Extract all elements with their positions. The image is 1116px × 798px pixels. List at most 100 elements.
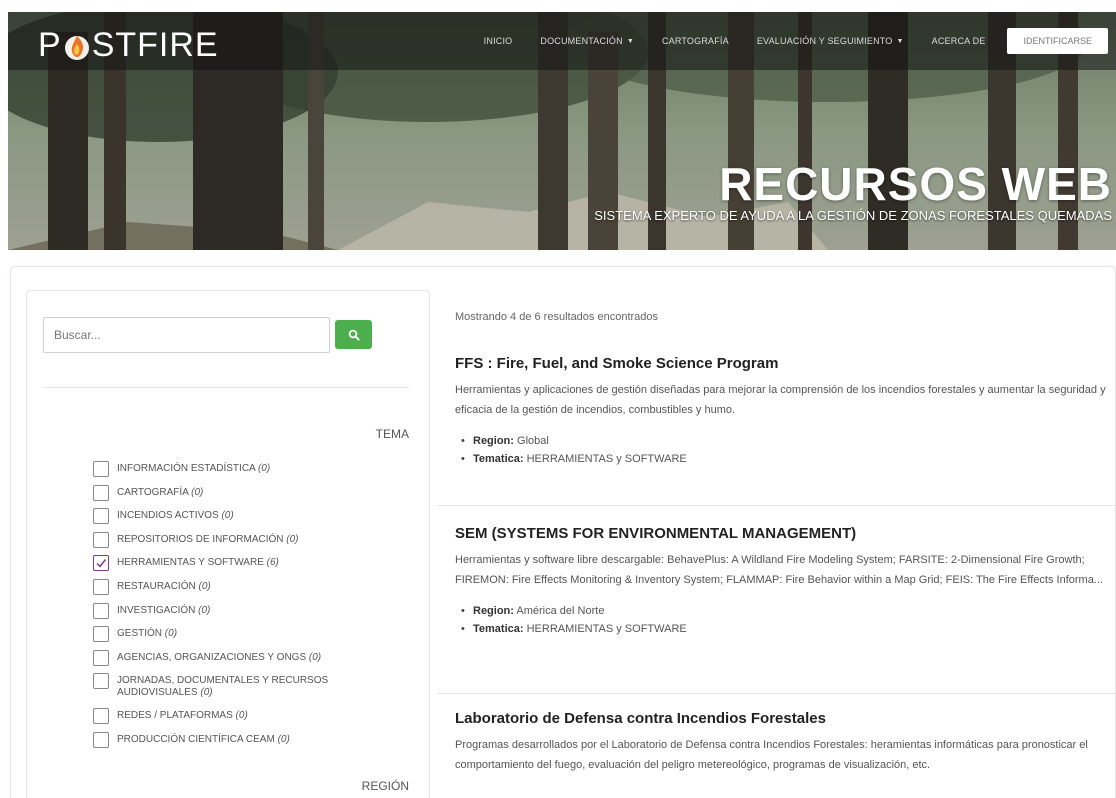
result-divider xyxy=(437,505,1116,506)
filter-name: JORNADAS, DOCUMENTALES Y RECURSOS AUDIOV… xyxy=(117,675,329,699)
result-title-link[interactable]: FFS : Fire, Fuel, and Smoke Science Prog… xyxy=(455,355,1115,372)
filter-investigacion[interactable]: INVESTIGACIÓN (0) xyxy=(93,602,403,627)
filter-count: (0) xyxy=(277,733,290,745)
filter-label: PRODUCCIÓN CIENTÍFICA CEAM (0) xyxy=(117,732,290,746)
filter-label: AGENCIAS, ORGANIZACIONES Y ONGs (0) xyxy=(117,650,321,664)
nav-label: ACERCA DE xyxy=(931,36,986,46)
filter-herramientas-software[interactable]: HERRAMIENTAS y SOFTWARE (6) xyxy=(93,555,403,579)
result-item: FFS : Fire, Fuel, and Smoke Science Prog… xyxy=(455,355,1115,468)
filter-name: PRODUCCIÓN CIENTÍFICA CEAM xyxy=(117,733,275,745)
filter-count: (6) xyxy=(266,557,279,569)
meta-key: Tematica: xyxy=(473,623,524,635)
checkbox[interactable] xyxy=(93,602,109,619)
result-tematica: Tematica: HERRAMIENTAS y SOFTWARE xyxy=(461,620,1115,638)
tema-section-label: TEMA xyxy=(375,427,409,441)
meta-key: Region: xyxy=(473,605,514,617)
divider xyxy=(43,387,409,388)
filter-name: GESTIÓN xyxy=(117,628,163,640)
filter-label: INCENDIOS ACTIVOS (0) xyxy=(117,508,234,522)
result-description: Herramientas y aplicaciones de gestión d… xyxy=(455,384,1106,416)
result-divider xyxy=(437,693,1116,694)
filter-label: GESTIÓN (0) xyxy=(117,626,177,640)
filter-incendios-activos[interactable]: INCENDIOS ACTIVOS (0) xyxy=(93,508,403,532)
result-description: Programas desarrollados por el Laborator… xyxy=(455,739,1088,771)
result-item: SEM (SYSTEMS FOR ENVIRONMENTAL MANAGEMEN… xyxy=(455,525,1115,638)
filter-count: (0) xyxy=(235,710,248,722)
result-description: Herramientas y software libre descargabl… xyxy=(455,554,1103,586)
filter-name: CARTOGRAFÍA xyxy=(117,486,189,498)
nav-inicio[interactable]: INICIO xyxy=(470,36,527,46)
filter-count: (0) xyxy=(198,604,211,616)
logo-text-start: P xyxy=(38,26,62,64)
result-region: Region: Global xyxy=(461,432,1115,450)
filter-name: AGENCIAS, ORGANIZACIONES Y ONGs xyxy=(117,651,307,663)
page-title: RECURSOS WEB xyxy=(719,158,1112,210)
filter-agencias[interactable]: AGENCIAS, ORGANIZACIONES Y ONGs (0) xyxy=(93,649,403,674)
region-section-label: REGIÓN xyxy=(361,779,409,793)
postfire-logo[interactable]: P STFIRE xyxy=(38,26,219,65)
filter-label: HERRAMIENTAS y SOFTWARE (6) xyxy=(117,555,279,569)
nav-label: CARTOGRAFÍA xyxy=(661,36,729,46)
result-item: Laboratorio de Defensa contra Incendios … xyxy=(455,710,1115,775)
checkbox[interactable] xyxy=(93,731,109,748)
checkbox-checked[interactable] xyxy=(93,555,109,572)
filter-produccion-cientifica[interactable]: PRODUCCIÓN CIENTÍFICA CEAM (0) xyxy=(93,731,403,756)
checkbox[interactable] xyxy=(93,649,109,666)
filter-name: REPOSITORIOS DE INFORMACIÓN xyxy=(117,533,284,545)
filter-count: (0) xyxy=(308,651,322,663)
result-tematica: Tematica: HERRAMIENTAS y SOFTWARE xyxy=(461,450,1115,468)
search-input[interactable] xyxy=(43,317,330,353)
filter-count: (0) xyxy=(191,486,204,498)
filter-count: (0) xyxy=(286,533,299,545)
logo-text-end: STFIRE xyxy=(91,26,219,64)
nav-cartografia[interactable]: CARTOGRAFÍA xyxy=(648,36,743,46)
filter-redes[interactable]: REDES / PLATAFORMAS (0) xyxy=(93,708,403,732)
filter-label: REDES / PLATAFORMAS (0) xyxy=(117,708,248,722)
filter-count: (0) xyxy=(257,463,271,474)
checkbox[interactable] xyxy=(93,626,109,643)
filter-name: INCENDIOS ACTIVOS xyxy=(117,510,219,522)
filter-repositorios[interactable]: REPOSITORIOS DE INFORMACIÓN (0) xyxy=(93,531,403,556)
filter-sidebar: TEMA INFORMACIÓN ESTADÍSTICA (0) CARTOGR… xyxy=(26,290,430,798)
search-icon xyxy=(348,329,360,341)
checkbox[interactable] xyxy=(93,531,109,548)
checkmark-icon xyxy=(96,559,107,569)
filter-restauracion[interactable]: RESTAURACIÓN (0) xyxy=(93,578,403,603)
filter-count: (0) xyxy=(198,580,211,592)
filter-count: (0) xyxy=(200,687,213,699)
result-title-link[interactable]: Laboratorio de Defensa contra Incendios … xyxy=(455,710,1115,727)
filter-gestion[interactable]: GESTIÓN (0) xyxy=(93,626,403,650)
nav-documentacion[interactable]: DOCUMENTACIÓN ▼ xyxy=(526,36,648,46)
search-button[interactable] xyxy=(335,320,372,349)
nav-acerca-de[interactable]: ACERCA DE xyxy=(918,36,1000,46)
meta-value: HERRAMIENTAS y SOFTWARE xyxy=(526,453,687,465)
nav-evaluacion[interactable]: EVALUACIÓN Y SEGUIMIENTO ▼ xyxy=(743,36,918,46)
checkbox[interactable] xyxy=(93,508,109,525)
result-region: Region: América del Norte xyxy=(461,602,1115,620)
filter-jornadas[interactable]: JORNADAS, DOCUMENTALES Y RECURSOS AUDIOV… xyxy=(93,673,403,708)
filter-cartografia[interactable]: CARTOGRAFÍA (0) xyxy=(93,484,403,509)
filter-name: HERRAMIENTAS y SOFTWARE xyxy=(117,557,264,569)
checkbox[interactable] xyxy=(93,484,109,501)
nav-label: DOCUMENTACIÓN xyxy=(540,36,623,46)
login-button[interactable]: IDENTIFICARSE xyxy=(1007,28,1108,54)
result-meta: Region: América del Norte Tematica: HERR… xyxy=(461,602,1115,638)
checkbox[interactable] xyxy=(93,708,109,725)
checkbox[interactable] xyxy=(93,461,109,477)
filter-name: RESTAURACIÓN xyxy=(117,580,196,592)
result-title-link[interactable]: SEM (SYSTEMS FOR ENVIRONMENTAL MANAGEMEN… xyxy=(455,525,1115,542)
filter-label: INVESTIGACIÓN (0) xyxy=(117,603,210,617)
filter-count: (0) xyxy=(221,510,234,522)
meta-key: Region: xyxy=(473,435,514,447)
checkbox[interactable] xyxy=(93,673,109,690)
filter-label: JORNADAS, DOCUMENTALES Y RECURSOS AUDIOV… xyxy=(117,673,377,699)
filter-label: REPOSITORIOS DE INFORMACIÓN (0) xyxy=(117,532,299,546)
filter-label: RESTAURACIÓN (0) xyxy=(117,579,211,593)
results-count: Mostrando 4 de 6 resultados encontrados xyxy=(455,311,659,323)
checkbox[interactable] xyxy=(93,578,109,595)
filter-informacion-estadistica[interactable]: INFORMACIÓN ESTADÍSTICA (0) xyxy=(93,461,403,485)
navbar: P STFIRE INICIO DOCUMENTACIÓN ▼ CARTOGRAF… xyxy=(8,12,1116,70)
meta-value: HERRAMIENTAS y SOFTWARE xyxy=(526,623,687,635)
tema-filter-list: INFORMACIÓN ESTADÍSTICA (0) CARTOGRAFÍA … xyxy=(93,461,403,756)
page-subtitle: SISTEMA EXPERTO DE AYUDA A LA GESTIÓN DE… xyxy=(594,208,1112,223)
